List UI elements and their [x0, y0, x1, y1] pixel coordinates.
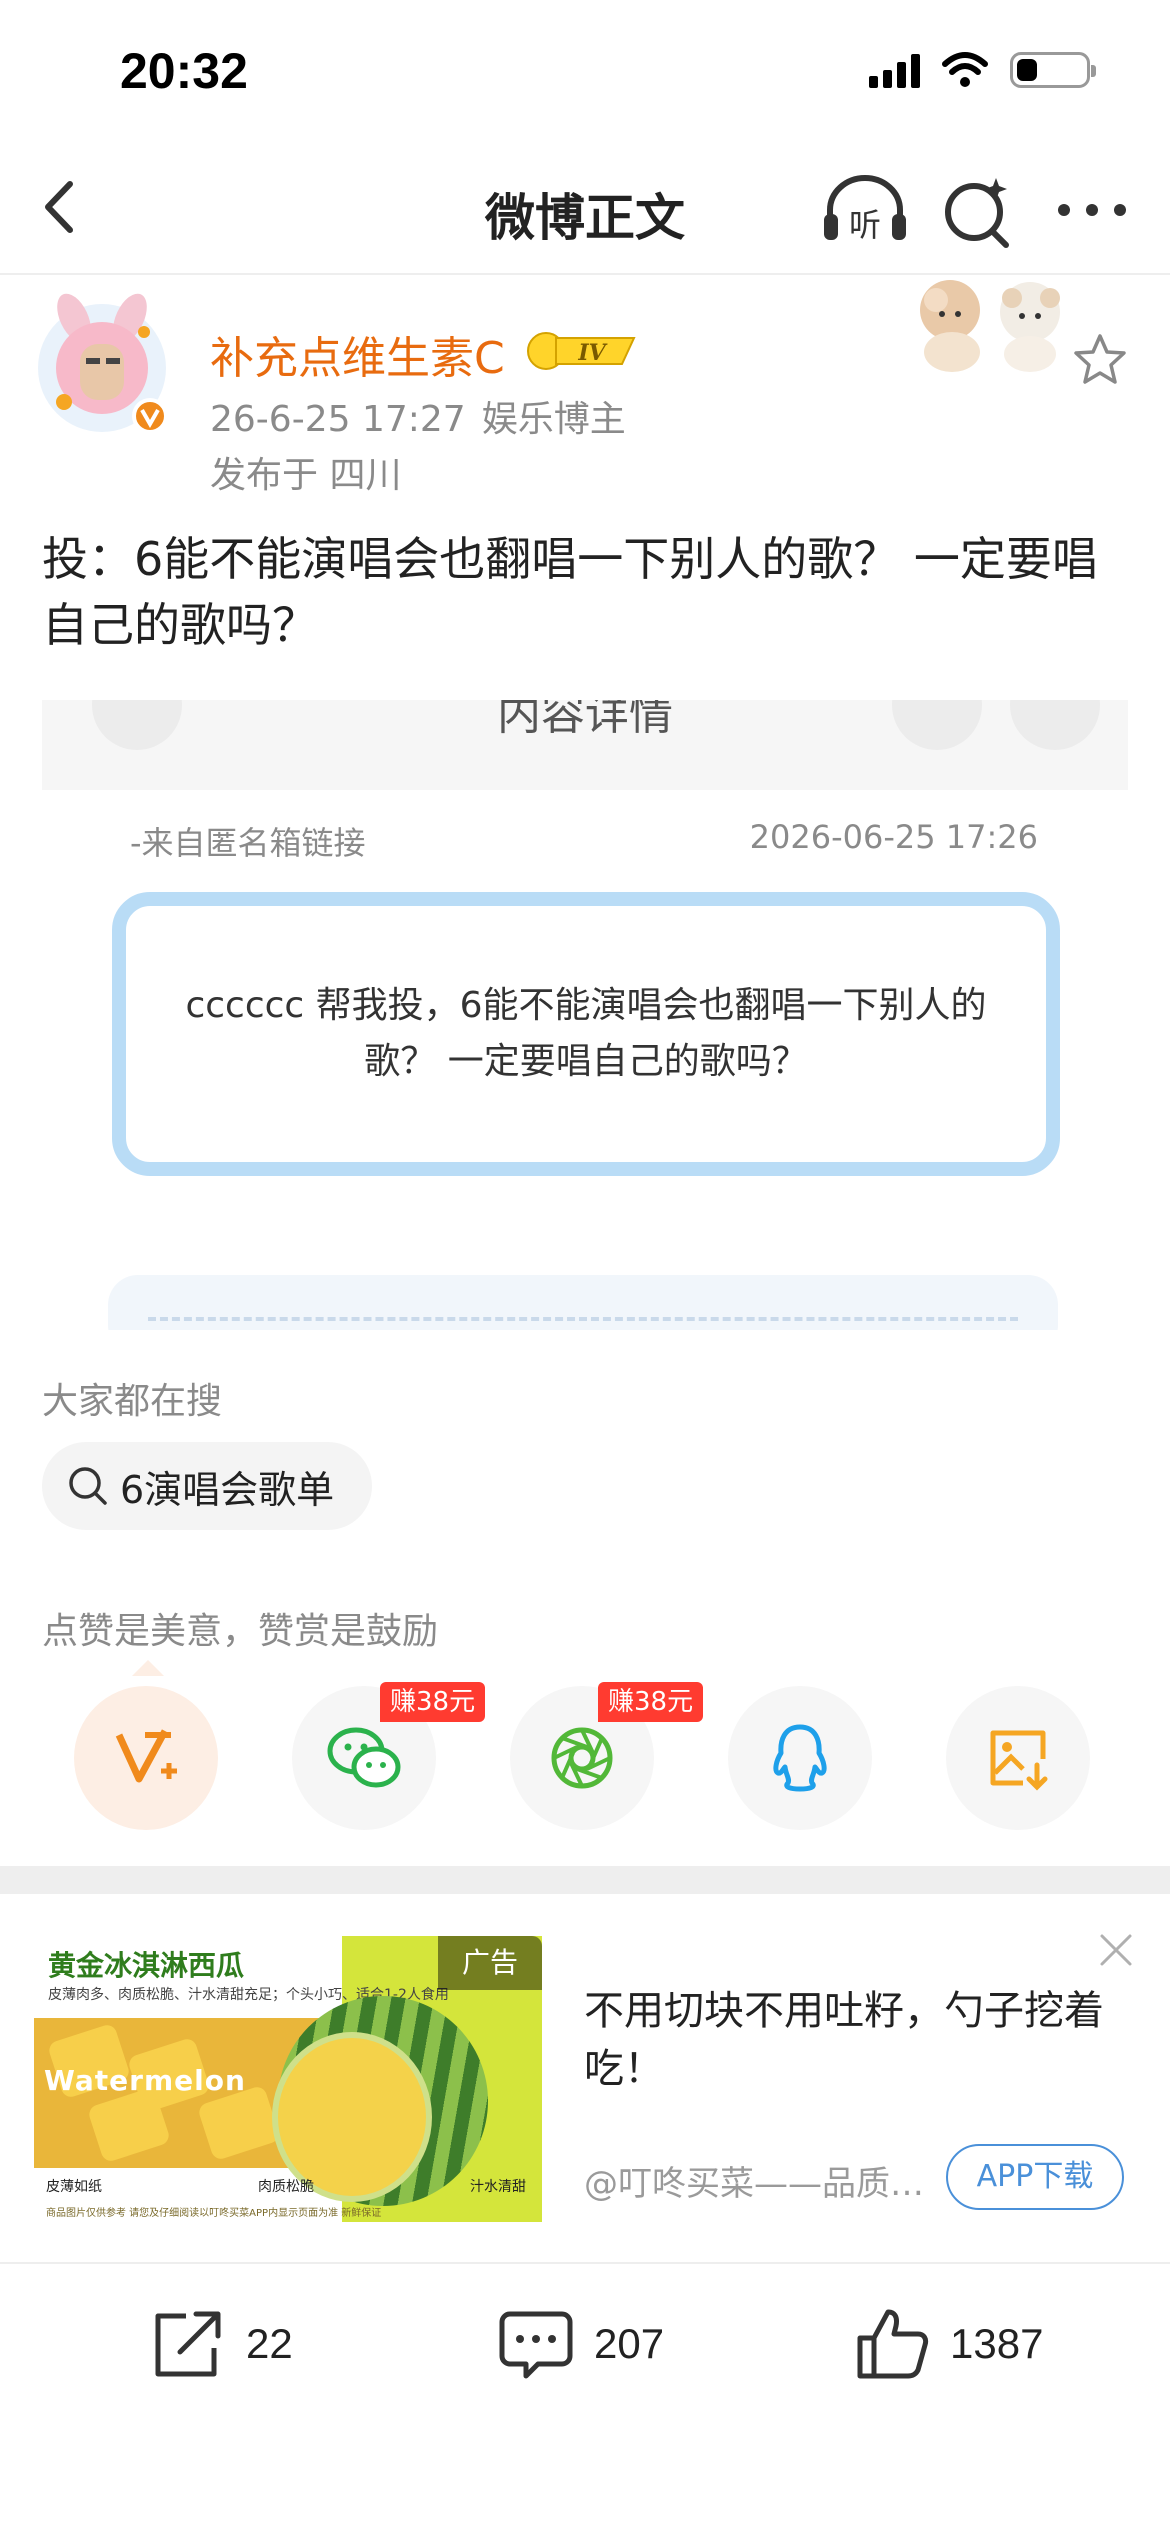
ad-fine-print: 商品图片仅供参考 请您及仔细阅读以叮咚买菜APP内显示页面为准 新鲜保证 [46, 2208, 382, 2219]
vplus-icon [115, 1729, 177, 1783]
trending-search-text: 6演唱会歌单 [120, 1467, 335, 1512]
moments-earn-badge: 赚38元 [598, 1682, 704, 1722]
comment-icon [499, 2311, 573, 2379]
search-icon [69, 1467, 107, 1505]
svg-text:听: 听 [849, 206, 881, 244]
section-divider [0, 1866, 1170, 1894]
embedded-date: 2026-06-25 17:26 [749, 818, 1038, 856]
post-time: 26-6-25 17:27 [210, 399, 466, 440]
status-icons [869, 52, 1096, 88]
post-text[interactable]: 投：6能不能演唱会也翻唱一下别人的歌？ 一定要唱自己的歌吗？ [42, 526, 1132, 658]
like-count: 1387 [950, 2320, 1044, 2367]
avatar[interactable] [34, 292, 174, 442]
repost-button[interactable]: 22 [148, 2304, 293, 2384]
ad-text[interactable]: 不用切块不用吐籽，勺子挖着吃！ [584, 1982, 1124, 2098]
embedded-image[interactable]: 内容详情 -来自匿名箱链接 2026-06-25 17:26 cccccc 帮我… [42, 700, 1128, 1330]
ad-image-title: 黄金冰淇淋西瓜 [48, 1949, 245, 1982]
embedded-listen-icon [892, 700, 982, 750]
status-bar: 20:32 [0, 0, 1170, 150]
embedded-bottom-box [108, 1275, 1058, 1330]
post-meta: 26-6-25 17:27 娱乐博主 [210, 390, 626, 442]
ad-source[interactable]: @叮咚买菜——品质生活，就上叮咚 [584, 2156, 934, 2205]
author-name[interactable]: 补充点维生素C [210, 322, 505, 386]
ad-feature: 皮薄如纸 [46, 2179, 102, 2195]
embedded-message-box: cccccc 帮我投，6能不能演唱会也翻唱一下别人的歌？ 一定要唱自己的歌吗？ [112, 892, 1060, 1176]
comment-button[interactable]: 207 [496, 2304, 664, 2384]
star-icon[interactable] [1070, 330, 1130, 390]
close-icon[interactable] [1096, 1930, 1136, 1970]
qq-button[interactable] [728, 1686, 872, 1830]
embedded-message: cccccc 帮我投，6能不能演唱会也翻唱一下别人的歌？ 一定要唱自己的歌吗？ [185, 985, 987, 1082]
tip-caret [132, 1660, 164, 1676]
embedded-source: -来自匿名箱链接 [130, 824, 366, 862]
svg-text:IV: IV [577, 340, 607, 366]
repost-count: 22 [246, 2320, 293, 2367]
nav-bar: 微博正文 听 [0, 150, 1170, 275]
save-image-button[interactable] [946, 1686, 1090, 1830]
decorative-sticker-icon [920, 280, 1060, 372]
repost-icon [155, 2311, 221, 2377]
more-icon[interactable] [1052, 180, 1132, 240]
ad-tag: 广告 [438, 1936, 542, 1990]
author-tag: 娱乐博主 [481, 399, 626, 440]
action-bar: 22 207 1387 [0, 2264, 1170, 2424]
embedded-header: 内容详情 [42, 700, 1128, 790]
ad-image-en: Watermelon [44, 2064, 246, 2097]
app-download-button[interactable]: APP下载 [946, 2144, 1124, 2210]
search-icon[interactable] [938, 172, 1018, 252]
trending-search-chip[interactable]: 6演唱会歌单 [42, 1442, 372, 1530]
ad-features: 皮薄如纸 肉质松脆 汁水清甜 [46, 2176, 526, 2196]
share-row: 赚38元 赚38元 [0, 1682, 1170, 1836]
ad-image[interactable]: 黄金冰淇淋西瓜 皮薄肉多、肉质松脆、汁水清甜充足；个头小巧、适合1-2人食用 W… [34, 1936, 542, 2222]
qq-icon [773, 1724, 827, 1792]
like-button[interactable]: 1387 [852, 2304, 1043, 2384]
vplus-button[interactable] [74, 1686, 218, 1830]
status-time: 20:32 [120, 43, 248, 99]
wechat-icon [327, 1727, 401, 1788]
moments-icon [551, 1727, 613, 1789]
wechat-earn-badge: 赚38元 [380, 1682, 486, 1722]
trending-label: 大家都在搜 [42, 1381, 223, 1422]
ad-feature: 汁水清甜 [470, 2179, 526, 2195]
embedded-more-icon [1010, 700, 1100, 750]
post-location: 发布于 四川 [210, 455, 402, 496]
level-badge-icon: IV [527, 332, 636, 370]
reward-label: 点赞是美意，赞赏是鼓励 [42, 1611, 439, 1652]
save-image-icon [990, 1730, 1048, 1791]
comment-count: 207 [594, 2320, 665, 2367]
listen-icon[interactable]: 听 [820, 170, 910, 250]
like-icon [857, 2309, 929, 2379]
ad-feature: 肉质松脆 [258, 2179, 314, 2195]
battery-icon [1010, 52, 1096, 88]
cellular-signal-icon [869, 52, 920, 88]
wifi-icon [942, 52, 988, 87]
